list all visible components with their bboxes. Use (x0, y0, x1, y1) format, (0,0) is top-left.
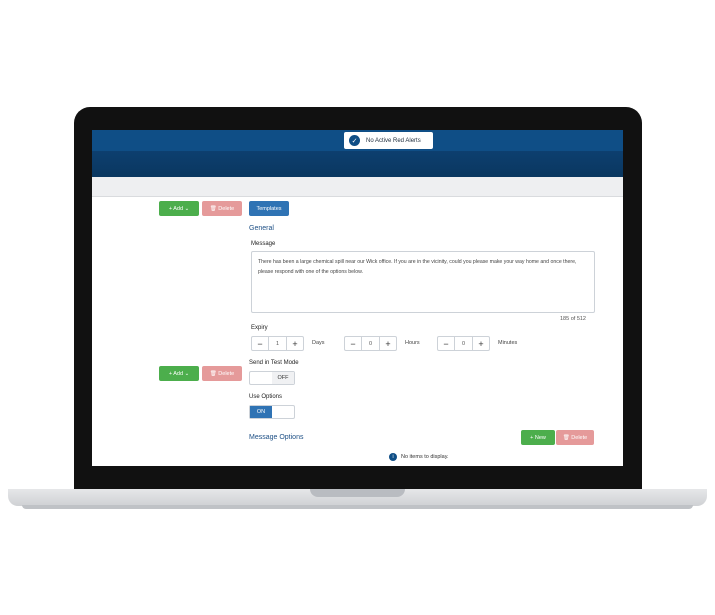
minus-icon[interactable]: − (438, 337, 454, 350)
sub-header-band (92, 177, 623, 197)
toggle-on-label: ON (250, 406, 272, 418)
message-textarea[interactable]: There has been a large chemical spill ne… (251, 251, 595, 313)
minus-icon[interactable]: − (345, 337, 361, 350)
info-icon: i (389, 453, 397, 461)
new-option-button[interactable]: + New (521, 430, 555, 445)
message-label: Message (251, 241, 276, 247)
empty-state: i No items to display. (389, 453, 449, 461)
hours-unit: Hours (405, 340, 420, 346)
message-options-title: Message Options (249, 434, 304, 441)
delete-option-button[interactable]: 🗑 Delete (556, 430, 594, 445)
app-screen: ✓ No Active Red Alerts + Add ⌄ 🗑 Delete … (92, 130, 623, 466)
add-button[interactable]: + Add ⌄ (159, 201, 199, 216)
laptop-base-shadow (22, 505, 693, 509)
minus-icon[interactable]: − (252, 337, 268, 350)
minutes-unit: Minutes (498, 340, 518, 346)
minutes-value[interactable]: 0 (454, 337, 473, 350)
test-mode-toggle[interactable]: OFF (249, 371, 295, 385)
stage: ✓ No Active Red Alerts + Add ⌄ 🗑 Delete … (0, 0, 715, 615)
check-circle-icon: ✓ (349, 135, 360, 146)
hours-value[interactable]: 0 (361, 337, 380, 350)
laptop-notch (310, 489, 405, 497)
toggle-off-label: OFF (272, 372, 294, 384)
character-counter: 185 of 512 (560, 316, 586, 322)
plus-icon[interactable]: + (380, 337, 396, 350)
expiry-label: Expiry (251, 325, 268, 331)
use-options-toggle[interactable]: ON (249, 405, 295, 419)
minutes-stepper[interactable]: − 0 + (437, 336, 490, 351)
days-stepper[interactable]: − 1 + (251, 336, 304, 351)
toggle-empty-half (272, 406, 294, 418)
hours-stepper[interactable]: − 0 + (344, 336, 397, 351)
alert-banner[interactable]: ✓ No Active Red Alerts (344, 132, 433, 149)
alert-banner-text: No Active Red Alerts (366, 137, 421, 144)
navigation-band (92, 151, 623, 177)
plus-icon[interactable]: + (473, 337, 489, 350)
plus-icon[interactable]: + (287, 337, 303, 350)
test-mode-label: Send in Test Mode (249, 360, 299, 366)
laptop-bezel (74, 466, 642, 491)
use-options-label: Use Options (249, 394, 283, 400)
empty-state-text: No items to display. (401, 454, 449, 460)
days-value[interactable]: 1 (268, 337, 287, 350)
add-button-secondary[interactable]: + Add ⌄ (159, 366, 199, 381)
delete-button[interactable]: 🗑 Delete (202, 201, 242, 216)
days-unit: Days (312, 340, 325, 346)
templates-button[interactable]: Templates (249, 201, 289, 216)
top-bar: ✓ No Active Red Alerts (92, 130, 623, 151)
toggle-empty-half (250, 372, 272, 384)
delete-button-secondary[interactable]: 🗑 Delete (202, 366, 242, 381)
general-title: General (249, 225, 274, 232)
